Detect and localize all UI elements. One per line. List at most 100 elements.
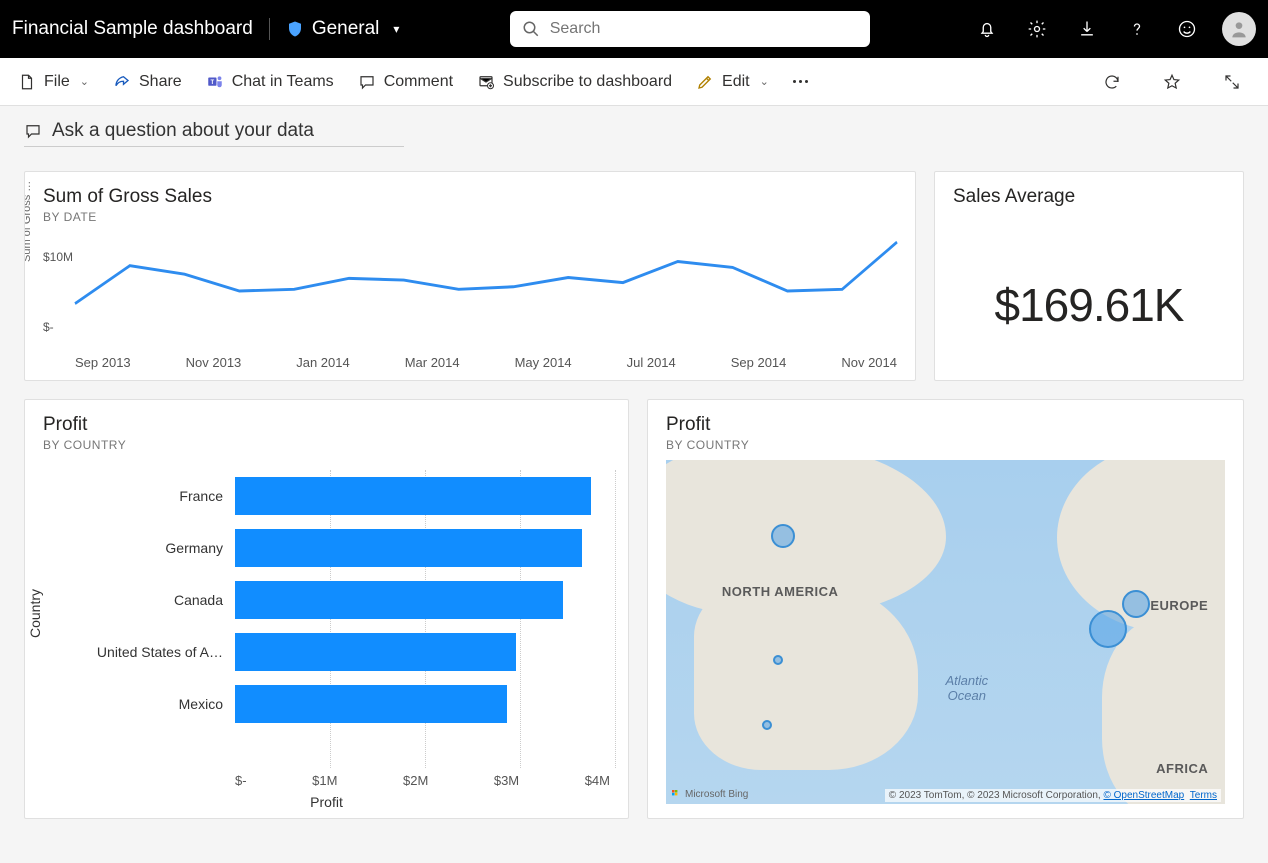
file-icon — [18, 73, 36, 91]
chat-icon — [24, 122, 42, 140]
x-tick: Nov 2014 — [841, 355, 897, 370]
map-attribution: © 2023 TomTom, © 2023 Microsoft Corporat… — [885, 789, 1221, 802]
share-label: Share — [139, 73, 182, 91]
search-input[interactable] — [550, 20, 858, 38]
file-label: File — [44, 73, 70, 91]
bar-category-label: Germany — [85, 540, 235, 556]
comment-label: Comment — [384, 73, 453, 91]
bar-fill[interactable] — [235, 685, 507, 723]
refresh-button[interactable] — [1094, 64, 1130, 100]
chat-teams-button[interactable]: T Chat in Teams — [206, 73, 334, 91]
line-chart-svg — [75, 232, 897, 350]
account-avatar[interactable] — [1222, 12, 1256, 46]
map-label-ocean: AtlanticOcean — [946, 673, 989, 703]
sensitivity-dropdown[interactable]: General ▾ — [270, 18, 416, 40]
subscribe-button[interactable]: Subscribe to dashboard — [477, 73, 672, 91]
tile-title: Sum of Gross Sales — [43, 186, 897, 208]
map-label-africa: AFRICA — [1156, 761, 1208, 776]
comment-icon — [358, 73, 376, 91]
favorite-button[interactable] — [1154, 64, 1190, 100]
bar-row: France — [85, 470, 610, 522]
map-bubble-usa[interactable] — [773, 655, 783, 665]
share-icon — [113, 73, 131, 91]
bar-category-label: United States of A… — [85, 644, 235, 660]
x-tick: $3M — [494, 773, 519, 788]
terms-link[interactable]: Terms — [1190, 790, 1217, 801]
osm-link[interactable]: © OpenStreetMap — [1103, 790, 1184, 801]
tile-profit-bar[interactable]: Profit BY COUNTRY Country FranceGermanyC… — [24, 399, 629, 819]
subscribe-label: Subscribe to dashboard — [503, 73, 672, 91]
download-icon — [1077, 19, 1097, 39]
x-ticks: $-$1M$2M$3M$4M — [235, 773, 610, 788]
bar-fill[interactable] — [235, 633, 516, 671]
x-tick: Sep 2014 — [731, 355, 787, 370]
bar-chart-area: FranceGermanyCanadaUnited States of A…Me… — [85, 470, 610, 768]
person-icon — [1229, 19, 1249, 39]
settings-button[interactable] — [1014, 6, 1060, 52]
tile-profit-map[interactable]: Profit BY COUNTRY NORTH AMERICA EUROPE A… — [647, 399, 1244, 819]
x-tick: Mar 2014 — [405, 355, 460, 370]
edit-label: Edit — [722, 73, 750, 91]
map-bubble-mexico[interactable] — [762, 720, 772, 730]
ellipsis-icon — [793, 80, 808, 83]
bar-fill[interactable] — [235, 477, 591, 515]
x-ticks: Sep 2013 Nov 2013 Jan 2014 Mar 2014 May 2014… — [75, 355, 897, 370]
chat-label: Chat in Teams — [232, 73, 334, 91]
tile-subtitle: BY COUNTRY — [43, 438, 610, 452]
notifications-button[interactable] — [964, 6, 1010, 52]
tile-subtitle: BY COUNTRY — [666, 438, 1225, 452]
y-tick: $- — [43, 320, 54, 334]
edit-menu[interactable]: Edit ⌄ — [696, 73, 769, 91]
more-options-button[interactable] — [793, 80, 808, 83]
toolbar: File ⌄ Share T Chat in Teams Comment Sub… — [0, 58, 1268, 106]
tile-title: Profit — [43, 414, 610, 436]
share-button[interactable]: Share — [113, 73, 182, 91]
help-button[interactable] — [1114, 6, 1160, 52]
bar-row: Canada — [85, 574, 610, 626]
dashboard-grid: Sum of Gross Sales BY DATE Sum of Gross … — [0, 153, 1268, 837]
x-tick: $2M — [403, 773, 428, 788]
tile-title: Sales Average — [953, 186, 1225, 208]
bar-category-label: Canada — [85, 592, 235, 608]
kpi-value: $169.61K — [953, 278, 1225, 332]
search-box[interactable] — [510, 11, 870, 47]
x-tick: Jul 2014 — [627, 355, 676, 370]
x-tick: $4M — [585, 773, 610, 788]
bell-icon — [977, 19, 997, 39]
sensitivity-label: General — [312, 18, 380, 40]
feedback-button[interactable] — [1164, 6, 1210, 52]
map-bubble-france[interactable] — [1089, 610, 1127, 648]
bar-fill[interactable] — [235, 581, 563, 619]
map-bubble-germany[interactable] — [1122, 590, 1150, 618]
download-button[interactable] — [1064, 6, 1110, 52]
map-bubble-canada[interactable] — [771, 524, 795, 548]
search-container — [415, 11, 964, 47]
star-icon — [1163, 73, 1181, 91]
map-canvas[interactable]: NORTH AMERICA EUROPE AFRICA AtlanticOcea… — [666, 460, 1225, 804]
x-axis-label: Profit — [25, 794, 628, 810]
search-icon — [522, 20, 540, 38]
tile-subtitle: BY DATE — [43, 210, 897, 224]
x-tick: Nov 2013 — [186, 355, 242, 370]
chevron-down-icon: ▾ — [393, 22, 399, 36]
x-tick: Sep 2013 — [75, 355, 131, 370]
refresh-icon — [1103, 73, 1121, 91]
top-header: Financial Sample dashboard General ▾ — [0, 0, 1268, 58]
bar-fill[interactable] — [235, 529, 582, 567]
qna-bar[interactable]: Ask a question about your data — [0, 106, 1268, 153]
x-tick: May 2014 — [515, 355, 572, 370]
smiley-icon — [1177, 19, 1197, 39]
help-icon — [1127, 19, 1147, 39]
bar-category-label: France — [85, 488, 235, 504]
y-axis-label: Sum of Gross … — [24, 181, 33, 262]
expand-icon — [1223, 73, 1241, 91]
comment-button[interactable]: Comment — [358, 73, 453, 91]
tile-sales-average-kpi[interactable]: Sales Average $169.61K — [934, 171, 1244, 381]
file-menu[interactable]: File ⌄ — [18, 73, 89, 91]
tile-title: Profit — [666, 414, 1225, 436]
tile-gross-sales-line[interactable]: Sum of Gross Sales BY DATE Sum of Gross … — [24, 171, 916, 381]
shield-icon — [286, 20, 304, 38]
fullscreen-button[interactable] — [1214, 64, 1250, 100]
x-tick: Jan 2014 — [296, 355, 350, 370]
chevron-down-icon: ⌄ — [80, 75, 89, 88]
